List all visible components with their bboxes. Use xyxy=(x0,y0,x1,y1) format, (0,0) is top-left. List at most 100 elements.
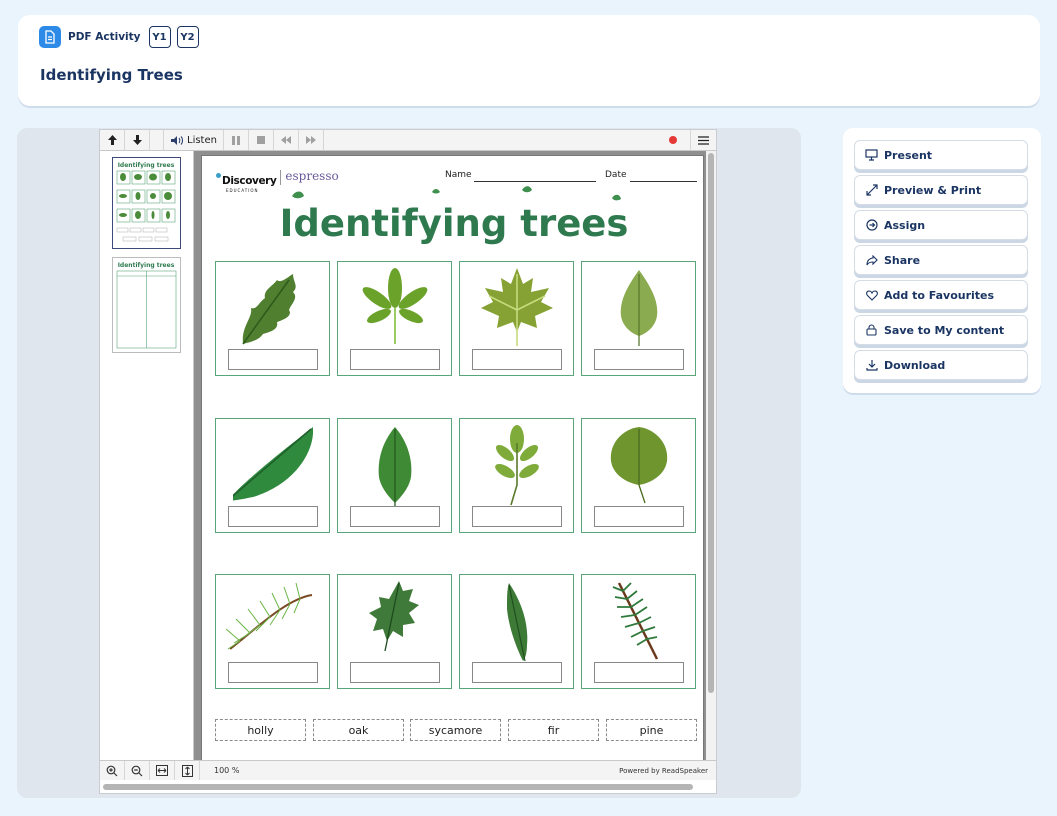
leaf-card-8 xyxy=(581,418,696,533)
powered-by-readspeaker: Powered by ReadSpeaker xyxy=(619,766,708,775)
fir-sprig-icon xyxy=(612,582,659,660)
arrow-up-icon xyxy=(107,135,117,145)
answer-box[interactable] xyxy=(594,506,684,527)
present-button[interactable]: Present xyxy=(854,140,1028,170)
next-page-button[interactable] xyxy=(125,130,150,150)
leaf-card-7 xyxy=(459,418,574,533)
leaf-card-4 xyxy=(581,261,696,376)
date-line xyxy=(630,181,697,182)
date-label: Date xyxy=(605,170,627,180)
answer-box[interactable] xyxy=(350,506,440,527)
listen-button[interactable]: Listen xyxy=(164,130,224,150)
pause-button[interactable] xyxy=(224,130,249,150)
zoom-out-button[interactable] xyxy=(125,761,150,780)
answer-box[interactable] xyxy=(472,506,562,527)
maple-leaf-icon xyxy=(481,268,553,346)
zoom-level: 100 % xyxy=(214,766,240,775)
thumbnail-sidebar: Identifying trees Identifying trees xyxy=(100,151,194,761)
name-label: Name xyxy=(445,170,472,180)
answer-box[interactable] xyxy=(228,506,318,527)
leaf-card-10 xyxy=(337,574,452,689)
leaf-card-12 xyxy=(581,574,696,689)
page-title: Identifying Trees xyxy=(40,66,183,84)
leaf-card-11 xyxy=(459,574,574,689)
pause-icon xyxy=(231,135,240,145)
worksheet-title-art: Identifying trees xyxy=(282,186,627,245)
word-bank-item: fir xyxy=(508,719,599,741)
leaf-card-3 xyxy=(459,261,574,376)
resource-type-label: PDF Activity xyxy=(68,31,141,43)
page-thumbnail-2[interactable]: Identifying trees xyxy=(112,257,181,353)
vertical-scrollbar[interactable] xyxy=(706,151,716,761)
year-tag-y2: Y2 xyxy=(176,26,199,48)
answer-box[interactable] xyxy=(228,349,318,370)
worksheet-page: Discovery EDUCATION espresso Name Date I… xyxy=(201,155,704,765)
hamburger-icon xyxy=(698,135,709,145)
arrow-down-icon xyxy=(132,135,142,145)
preview-print-button[interactable]: Preview & Print xyxy=(854,175,1028,205)
beech-leaf-icon xyxy=(378,427,412,507)
fast-forward-icon xyxy=(305,136,316,144)
leaf-card-9 xyxy=(215,574,330,689)
previous-page-button[interactable] xyxy=(100,130,125,150)
worksheet-title: Identifying trees xyxy=(282,202,627,245)
lock-icon xyxy=(865,324,878,337)
zoom-in-icon xyxy=(106,765,118,776)
fit-page-icon xyxy=(181,764,193,777)
close-player-icon[interactable] xyxy=(669,136,677,144)
name-line xyxy=(474,181,596,182)
add-to-favourites-button[interactable]: Add to Favourites xyxy=(854,280,1028,310)
leaf-card-5 xyxy=(215,418,330,533)
viewer-toolbar: Listen xyxy=(100,130,716,151)
answer-box[interactable] xyxy=(228,662,318,683)
horse-chestnut-leaf-icon xyxy=(362,268,428,344)
download-button[interactable]: Download xyxy=(854,350,1028,380)
horizontal-scrollbar[interactable] xyxy=(100,780,716,793)
answer-box[interactable] xyxy=(472,662,562,683)
pdf-viewer: Listen Identifying trees Identifying tre… xyxy=(99,129,717,794)
stop-icon xyxy=(256,136,265,144)
answer-box[interactable] xyxy=(594,349,684,370)
fit-width-icon xyxy=(156,765,168,776)
hazel-leaf-icon xyxy=(610,427,668,504)
viewer-menu-button[interactable] xyxy=(690,130,716,150)
birch-leaf-icon xyxy=(620,270,658,346)
year-tag-y1: Y1 xyxy=(148,26,171,48)
willow-leaf-icon xyxy=(507,583,528,662)
share-button[interactable]: Share xyxy=(854,245,1028,275)
expand-icon xyxy=(865,184,878,197)
share-icon xyxy=(865,254,878,267)
word-bank-item: pine xyxy=(606,719,697,741)
stop-button[interactable] xyxy=(249,130,274,150)
oak-leaf-icon xyxy=(242,274,296,345)
rewind-button[interactable] xyxy=(274,130,299,150)
present-icon xyxy=(865,149,878,162)
banana-leaf-icon xyxy=(233,427,313,501)
action-panel: Present Preview & Print Assign Share Add… xyxy=(843,128,1041,393)
ash-leaf-icon xyxy=(495,425,539,506)
svg-text:Identifying trees: Identifying trees xyxy=(118,262,175,269)
assign-icon xyxy=(865,219,878,232)
forward-button[interactable] xyxy=(299,130,324,150)
answer-box[interactable] xyxy=(350,662,440,683)
document-canvas[interactable]: Discovery EDUCATION espresso Name Date I… xyxy=(194,151,706,765)
viewer-bottom-bar: 100 % Powered by ReadSpeaker xyxy=(100,760,716,780)
leaf-card-1 xyxy=(215,261,330,376)
assign-button[interactable]: Assign xyxy=(854,210,1028,240)
answer-box[interactable] xyxy=(594,662,684,683)
resource-header: PDF Activity Y1 Y2 Identifying Trees xyxy=(18,15,1040,106)
fit-width-button[interactable] xyxy=(150,761,175,780)
speaker-icon xyxy=(171,135,183,145)
answer-box[interactable] xyxy=(350,349,440,370)
rewind-icon xyxy=(280,136,291,144)
leaf-card-2 xyxy=(337,261,452,376)
zoom-in-button[interactable] xyxy=(100,761,125,780)
answer-box[interactable] xyxy=(472,349,562,370)
pine-needles-icon xyxy=(226,582,313,650)
page-thumbnail-1[interactable]: Identifying trees xyxy=(112,157,181,249)
save-to-my-content-button[interactable]: Save to My content xyxy=(854,315,1028,345)
word-bank-item: holly xyxy=(215,719,306,741)
heart-icon xyxy=(865,289,878,302)
fit-page-button[interactable] xyxy=(175,761,200,780)
svg-text:Identifying trees: Identifying trees xyxy=(118,162,175,169)
